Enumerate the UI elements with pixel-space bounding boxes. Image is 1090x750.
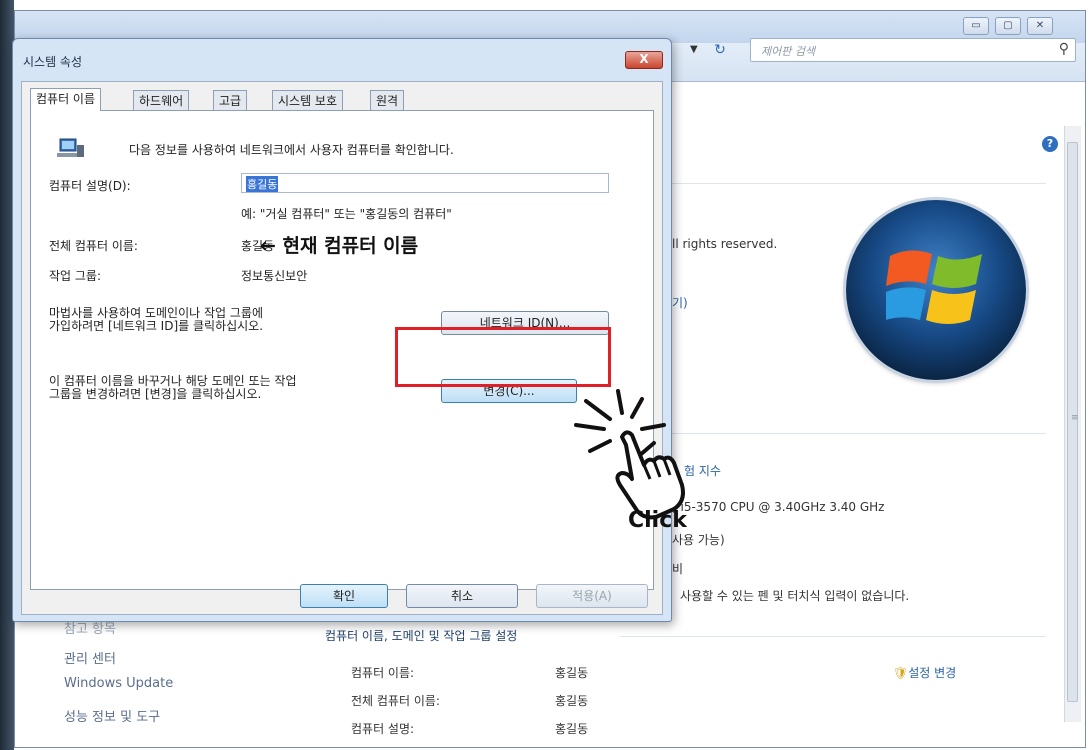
- tab-remote[interactable]: 원격: [370, 90, 405, 110]
- full-computer-name-value: 홍길동: [555, 694, 589, 708]
- change-settings-link[interactable]: 🛡설정 변경: [893, 664, 956, 681]
- apply-button[interactable]: 적용(A): [536, 584, 648, 608]
- minimize-button[interactable]: ▭: [963, 17, 989, 35]
- description-label: 컴퓨터 설명(D):: [49, 179, 131, 193]
- computer-name-label: 컴퓨터 이름:: [351, 666, 415, 680]
- network-computer-icon: [57, 137, 85, 161]
- computer-description-value: 홍길동: [555, 722, 589, 736]
- computer-description-field[interactable]: 홍길동: [241, 173, 609, 193]
- divider: [620, 636, 1046, 637]
- current-name-annotation: ← 현재 컴퓨터 이름: [260, 235, 419, 257]
- tab-computer-name[interactable]: 컴퓨터 이름: [30, 88, 102, 111]
- support-link[interactable]: 기): [672, 294, 688, 311]
- top-edge: [0, 0, 1090, 10]
- sidebar-item-action-center[interactable]: 관리 센터: [64, 648, 116, 667]
- close-button[interactable]: X: [625, 51, 663, 69]
- full-computer-name-label: 전체 컴퓨터 이름:: [351, 694, 440, 708]
- highlight-box: [395, 327, 611, 387]
- windows-logo: [846, 200, 1026, 380]
- workgroup-value: 정보통신보안: [241, 269, 308, 283]
- hand-pointer-icon: [574, 389, 685, 520]
- close-window-button[interactable]: ✕: [1027, 17, 1053, 35]
- cancel-button[interactable]: 취소: [406, 584, 518, 608]
- workgroup-label: 작업 그룹:: [49, 269, 102, 283]
- ok-button[interactable]: 확인: [300, 584, 388, 608]
- maximize-button[interactable]: ▢: [995, 17, 1021, 35]
- tab-advanced[interactable]: 고급: [213, 90, 248, 110]
- search-input[interactable]: 제어판 검색 ⚲: [750, 38, 1076, 62]
- full-name-label: 전체 컴퓨터 이름:: [49, 239, 138, 253]
- click-annotation: Click: [628, 508, 687, 533]
- grip-icon: ≡: [1071, 413, 1079, 423]
- sidebar-item-performance[interactable]: 성능 정보 및 도구: [64, 706, 160, 725]
- refresh-icon[interactable]: ↻: [706, 38, 734, 62]
- change-settings-label: 설정 변경: [908, 666, 957, 680]
- dialog-title: 시스템 속성: [23, 55, 83, 69]
- wizard-text: 마법사를 사용하여 도메인이나 작업 그룹에 가입하려면 [네트워크 ID]를 …: [49, 307, 263, 333]
- divider: [672, 433, 1046, 434]
- description-example: 예: "거실 컴퓨터" 또는 "홍길동의 컴퓨터": [241, 207, 452, 221]
- shield-icon: 🛡: [893, 666, 909, 680]
- scrollbar-thumb[interactable]: ≡: [1067, 142, 1079, 702]
- wizard-text-line: 가입하려면 [네트워크 ID]를 클릭하십시오.: [49, 319, 264, 333]
- system-type-value: 비: [672, 562, 684, 576]
- description-value: 홍길동: [246, 176, 279, 192]
- sidebar-item-windows-update[interactable]: Windows Update: [64, 676, 173, 691]
- computer-name-value: 홍길동: [555, 666, 589, 680]
- search-placeholder: 제어판 검색: [761, 45, 816, 58]
- divider: [672, 183, 1046, 184]
- intro-text: 다음 정보를 사용하여 네트워크에서 사용자 컴퓨터를 확인합니다.: [129, 143, 454, 157]
- scrollbar[interactable]: ≡: [1064, 126, 1081, 722]
- pen-touch-value: 사용할 수 있는 펜 및 터치식 입력이 없습니다.: [680, 589, 910, 603]
- search-icon[interactable]: ⚲: [1059, 41, 1069, 57]
- chevron-down-icon[interactable]: ▼: [690, 44, 698, 55]
- rename-text-line: 그룹을 변경하려면 [변경]을 클릭하십시오.: [49, 387, 262, 401]
- rename-text: 이 컴퓨터 이름을 바꾸거나 해당 도메인 또는 작업 그룹을 변경하려면 [변…: [49, 375, 297, 401]
- tab-hardware[interactable]: 하드웨어: [133, 90, 190, 110]
- processor-value: ) i5-3570 CPU @ 3.40GHz 3.40 GHz: [672, 500, 885, 514]
- copyright-text: ll rights reserved.: [672, 237, 778, 251]
- tab-system-protection[interactable]: 시스템 보호: [272, 90, 344, 110]
- computer-description-label: 컴퓨터 설명:: [351, 722, 415, 736]
- help-icon[interactable]: ?: [1042, 136, 1058, 152]
- memory-value: 사용 가능): [672, 533, 725, 547]
- section-title: 컴퓨터 이름, 도메인 및 작업 그룹 설정: [325, 629, 518, 643]
